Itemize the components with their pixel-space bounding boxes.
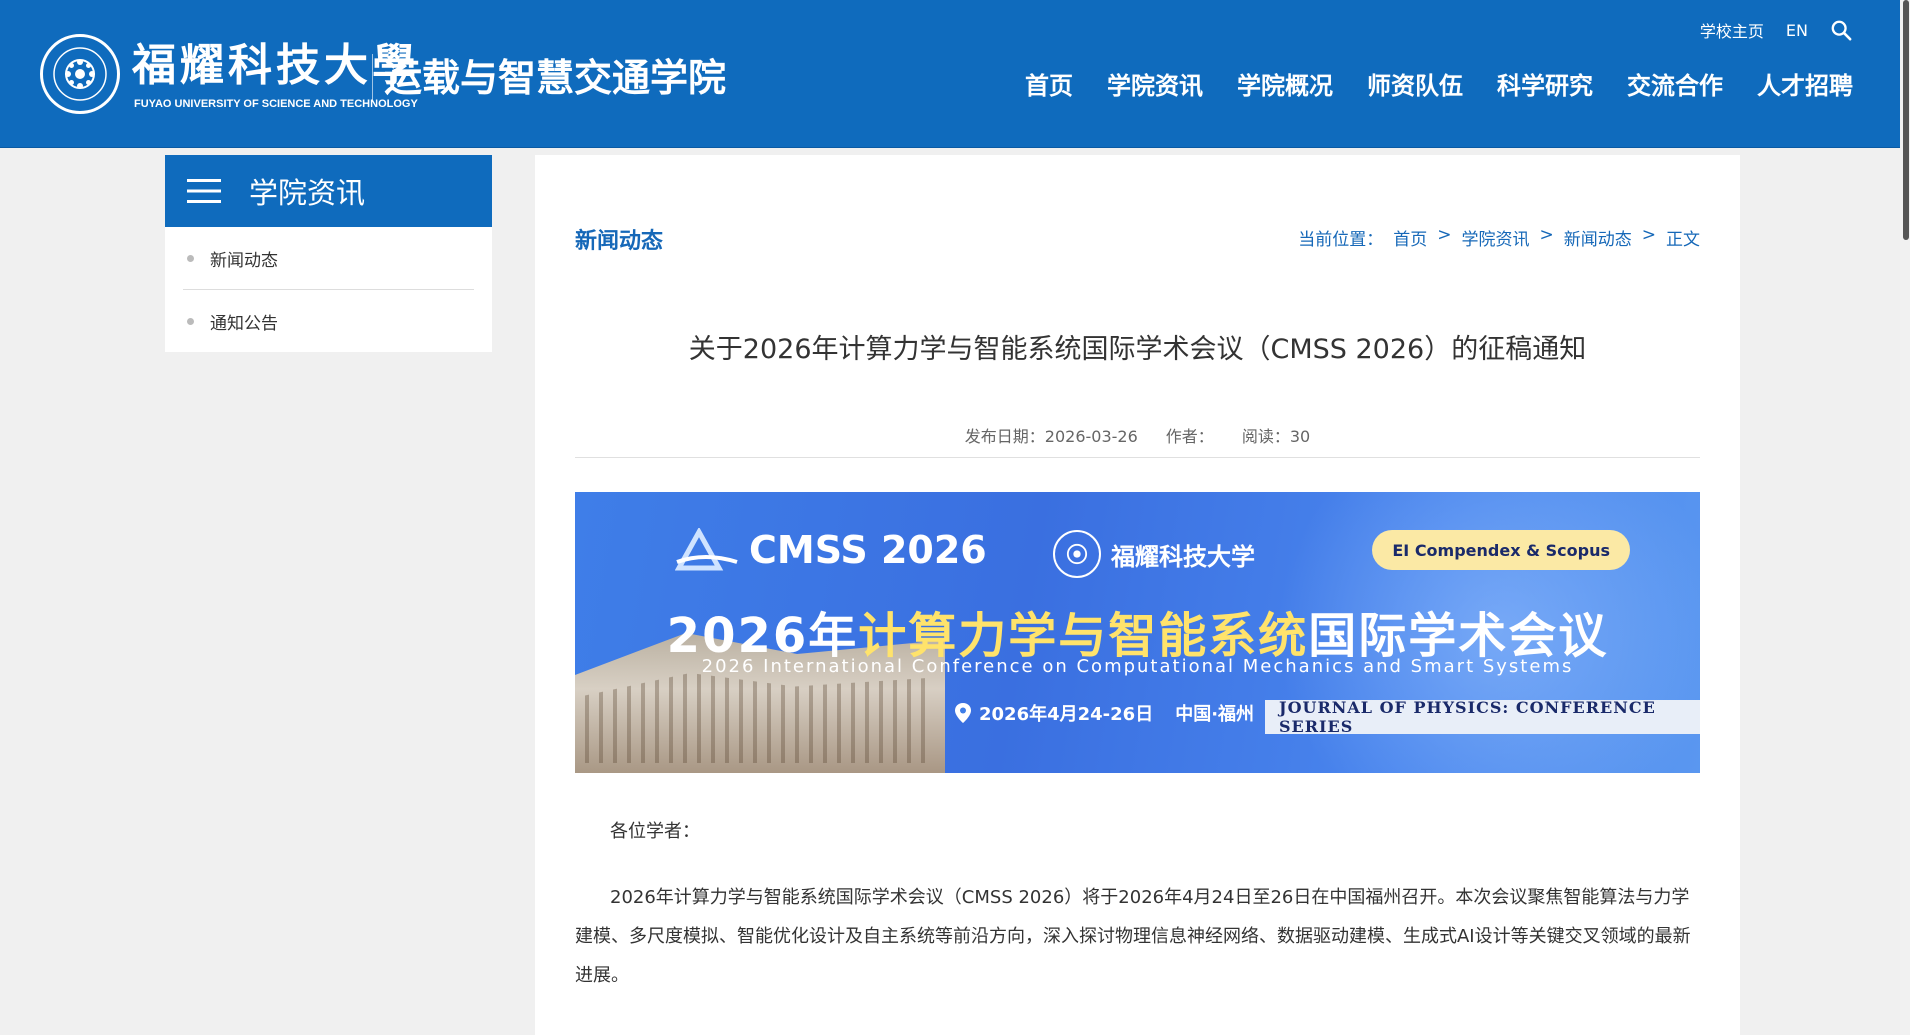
scrollbar-thumb[interactable] <box>1903 0 1909 240</box>
banner-date-location: 2026年4月24-26日 中国·福州 <box>955 700 1254 726</box>
breadcrumb-college-news[interactable]: 学院资讯 <box>1462 225 1530 250</box>
index-badge: EI Compendex & Scopus <box>1372 530 1630 570</box>
banner-title-en: 2026 International Conference on Computa… <box>701 656 1574 677</box>
read-count: 阅读：30 <box>1241 427 1311 446</box>
campus-building-windows <box>585 673 935 763</box>
banner-cmss-text: CMSS 2026 <box>749 528 987 572</box>
sidebar-header: 学院资讯 <box>165 155 492 227</box>
section-title: 新闻动态 <box>575 229 664 254</box>
bullet-icon <box>187 318 194 325</box>
nav-research[interactable]: 科学研究 <box>1480 66 1610 106</box>
breadcrumb-news[interactable]: 新闻动态 <box>1564 225 1632 250</box>
nav-college-news[interactable]: 学院资讯 <box>1090 66 1220 106</box>
article-panel: 新闻动态 当前位置： 首页 > 学院资讯 > 新闻动态 > 正文 关于2026年… <box>535 155 1740 1035</box>
breadcrumb-sep: > <box>1437 225 1452 245</box>
menu-icon[interactable] <box>187 177 221 205</box>
sidebar-item-notices[interactable]: 通知公告 <box>183 290 474 353</box>
banner-location: 中国·福州 <box>1175 704 1255 725</box>
sidebar: 学院资讯 新闻动态 通知公告 <box>165 155 492 352</box>
search-icon[interactable] <box>1830 19 1852 41</box>
site-header: 福耀科技大學 FUYAO UNIVERSITY OF SCIENCE AND T… <box>0 0 1910 148</box>
page-scrollbar[interactable] <box>1900 0 1910 1035</box>
sidebar-list: 新闻动态 通知公告 <box>165 227 492 353</box>
nav-home[interactable]: 首页 <box>1008 66 1090 106</box>
main-nav: 首页 学院资讯 学院概况 师资队伍 科学研究 交流合作 人才招聘 <box>1008 66 1870 106</box>
article-meta: 发布日期：2026-03-26 作者： 阅读：30 <box>535 423 1740 447</box>
college-name[interactable]: 运载与智慧交通学院 <box>384 54 726 102</box>
breadcrumb: 当前位置： 首页 > 学院资讯 > 新闻动态 > 正文 <box>1298 225 1700 250</box>
cmss-triangle-icon <box>675 528 738 571</box>
sidebar-item-label: 通知公告 <box>210 314 278 334</box>
school-home-link[interactable]: 学校主页 <box>1700 18 1764 42</box>
banner-date: 2026年4月24-26日 <box>979 704 1154 725</box>
sidebar-item-news[interactable]: 新闻动态 <box>183 227 474 290</box>
banner-university: 福耀科技大学 <box>1053 530 1255 578</box>
bullet-icon <box>187 254 194 262</box>
language-en-link[interactable]: EN <box>1786 21 1808 40</box>
university-seal-icon[interactable] <box>40 34 120 114</box>
location-pin-icon <box>955 703 971 723</box>
university-name-en: FUYAO UNIVERSITY OF SCIENCE AND TECHNOLO… <box>134 98 418 110</box>
article-paragraph: 2026年计算力学与智能系统国际学术会议（CMSS 2026）将于2026年4月… <box>575 887 1691 986</box>
conference-banner: CMSS 2026 福耀科技大学 EI Compendex & Scopus 2… <box>575 492 1700 773</box>
sidebar-item-label: 新闻动态 <box>210 250 278 271</box>
publish-date: 发布日期：2026-03-26 <box>964 427 1138 446</box>
nav-faculty[interactable]: 师资队伍 <box>1350 66 1480 106</box>
breadcrumb-current: 正文 <box>1666 230 1700 250</box>
breadcrumb-home[interactable]: 首页 <box>1393 225 1427 250</box>
nav-college-overview[interactable]: 学院概况 <box>1220 66 1350 106</box>
sidebar-title: 学院资讯 <box>249 176 366 210</box>
meta-divider <box>575 457 1700 458</box>
breadcrumb-prefix: 当前位置： <box>1298 230 1384 250</box>
top-links: 学校主页 EN <box>1700 18 1852 42</box>
university-seal-icon <box>1053 530 1101 578</box>
article-greeting: 各位学者： <box>610 821 700 842</box>
banner-journal: JOURNAL OF PHYSICS: CONFERENCE SERIES <box>1265 698 1700 736</box>
nav-cooperation[interactable]: 交流合作 <box>1610 66 1740 106</box>
nav-recruitment[interactable]: 人才招聘 <box>1740 66 1870 106</box>
logo-divider <box>372 54 373 102</box>
banner-univ-name: 福耀科技大学 <box>1111 541 1255 571</box>
article-title: 关于2026年计算力学与智能系统国际学术会议（CMSS 2026）的征稿通知 <box>688 334 1587 365</box>
banner-cmss-logo: CMSS 2026 <box>675 528 987 572</box>
university-name-cn[interactable]: 福耀科技大學 <box>132 40 420 92</box>
author: 作者： <box>1165 427 1214 446</box>
breadcrumb-sep: > <box>1641 225 1656 245</box>
breadcrumb-sep: > <box>1539 225 1554 245</box>
